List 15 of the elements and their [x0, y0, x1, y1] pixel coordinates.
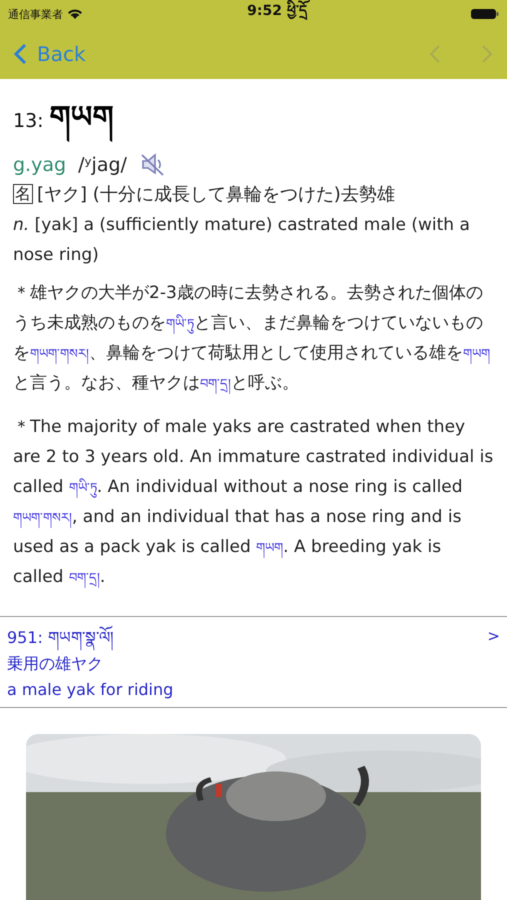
entry-number: 13:: [13, 110, 44, 132]
romanization: g.yag: [13, 154, 66, 176]
pronunciation: /ʸjag/: [78, 154, 127, 176]
chevron-text: >: [487, 627, 500, 647]
usage-note: ＊The majority of male yaks are castrated when they are 2 to 3 years old. An immature castrated individual is called གཡི་ཏུ. An individual without a nose ring is called གཡག་གསར།, and an individual that has a nose ring and is used as a pack yak is called གཡག. A breeding yak is called བག་དྲ།.: [13, 416, 494, 590]
related-headword: 951: གཡག་སྣ་ལོ།: [7, 627, 488, 649]
carrier-name: 通信事業者: [8, 6, 63, 22]
related-japanese: 乗用の雄ヤク: [7, 653, 104, 675]
usage-note: ＊雄ヤクの大半が2-3歳の時に去勢される。去勢された個体のうち未成熟のものをགཡི་ཏུと言い、まだ鼻輪をつけていないものをགཡག་གསར།、鼻輪をつけて荷駄用として使用されている雄をགཡག と言う。なお、種ヤクはབག་དྲ།と呼ぶ。: [13, 282, 491, 396]
definition-english: n. [yak] a (sufficiently mature) castrated male (with a nose ring): [13, 214, 471, 267]
headword: གཡག: [50, 93, 114, 142]
related-entry[interactable]: 951: གཡག་སྣ་ལོ། 乗用の雄ヤク a male yak for riding >: [0, 616, 507, 708]
definition-japanese: [ヤク] (十分に成長して鼻輪をつけた)去勢雄: [37, 183, 395, 206]
related-english: a male yak for riding: [7, 679, 174, 701]
part-of-speech-tag: 名: [13, 184, 33, 204]
